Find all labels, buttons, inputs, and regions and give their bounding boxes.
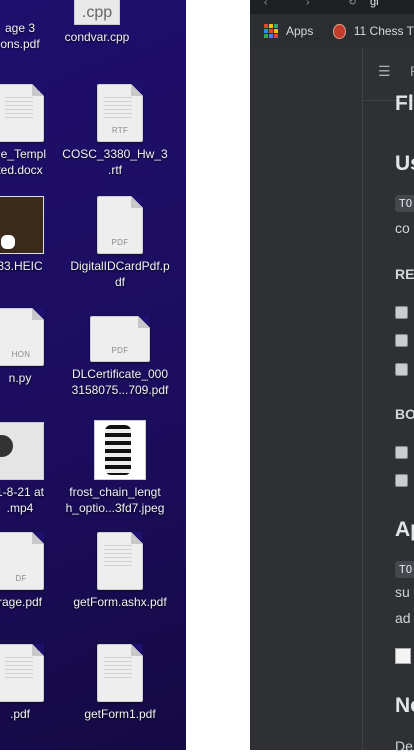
file-label: DLCertificate_000 3158075...709.pdf <box>71 367 169 397</box>
desktop-file[interactable]: RTF COSC_3380_Hw_3 .rtf <box>62 84 170 178</box>
chess-bookmark-icon <box>333 23 346 39</box>
inline-code: TO <box>395 561 414 578</box>
subheading-bo: BO <box>395 406 414 422</box>
desktop-file[interactable]: 33.HEIC <box>0 196 70 274</box>
desktop: age 3 ons.pdf .cpp condvar.cpp he_Templ … <box>0 0 186 750</box>
python-file-icon: HON <box>0 308 44 366</box>
pdf-file-icon: PDF <box>97 196 143 254</box>
markdown-page: ☰ R Fl Us TO co RE BO Ap TO su ad No De <box>250 48 414 754</box>
file-label: 33.HEIC <box>0 259 43 273</box>
pdf-file-icon <box>97 644 143 702</box>
desktop-file[interactable]: HON n.py <box>0 308 70 386</box>
file-label: condvar.cpp <box>64 30 130 44</box>
section-heading-ap: Ap <box>395 518 414 541</box>
cpp-file-icon: .cpp <box>74 0 120 25</box>
broken-image-icon <box>395 648 411 664</box>
task-checkbox[interactable] <box>395 334 408 347</box>
file-label: getForm1.pdf <box>84 707 156 721</box>
toc-title: R <box>410 63 414 79</box>
pdf-file-icon <box>0 644 44 702</box>
file-label: .pdf <box>9 707 30 721</box>
page-heading: Fl <box>395 92 414 115</box>
desktop-file[interactable]: DF rage.pdf <box>0 532 70 610</box>
image-thumbnail-icon <box>94 420 146 480</box>
file-label: getForm.ashx.pdf <box>73 595 167 609</box>
video-file-icon <box>0 422 44 480</box>
nav-arrows[interactable]: ‹ › ↻ <box>264 0 375 8</box>
desktop-file[interactable]: PDF DLCertificate_000 3158075...709.pdf <box>70 316 170 398</box>
pdf-file-icon: DF <box>0 532 44 590</box>
sidebar-divider <box>362 48 363 750</box>
task-checkbox[interactable] <box>395 446 408 459</box>
desktop-file[interactable]: .pdf <box>0 644 70 722</box>
section-heading-no: No <box>395 694 414 717</box>
file-label: n.py <box>8 371 32 385</box>
list-icon[interactable]: ☰ <box>378 63 391 80</box>
task-checkbox[interactable] <box>395 306 408 319</box>
paragraph-text: De <box>395 738 413 754</box>
browser-window: ‹ › ↻ gi Apps 11 Chess T ☰ R Fl Us TO co… <box>250 0 414 754</box>
pdf-certificate-icon: PDF <box>90 316 150 362</box>
desktop-file[interactable]: getForm1.pdf <box>70 644 170 722</box>
desktop-file[interactable]: .cpp condvar.cpp <box>47 0 147 45</box>
tab-strip: ‹ › ↻ gi <box>250 0 414 14</box>
rtf-file-icon: RTF <box>97 84 143 142</box>
bookmarks-bar: Apps 11 Chess T <box>250 14 414 48</box>
image-icon <box>0 196 44 254</box>
desktop-file[interactable]: PDF DigitalIDCardPdf.p df <box>70 196 170 290</box>
pdf-file-icon <box>97 532 143 590</box>
inline-code: TO <box>395 195 414 212</box>
apps-grid-icon[interactable] <box>264 24 278 38</box>
task-checkbox[interactable] <box>395 474 408 487</box>
task-checkbox[interactable] <box>395 363 408 376</box>
file-label: DigitalIDCardPdf.p df <box>70 259 170 289</box>
desktop-file[interactable]: frost_chain_lengt h_optio...3fd7.jpeg <box>66 420 170 516</box>
desktop-file[interactable]: getForm.ashx.pdf <box>70 532 170 610</box>
subheading-re: RE <box>395 266 414 282</box>
bookmark-chess[interactable]: 11 Chess T <box>354 24 414 38</box>
file-label: frost_chain_lengt h_optio...3fd7.jpeg <box>65 485 165 515</box>
section-heading-use: Us <box>395 152 414 175</box>
tab-title[interactable]: gi <box>370 0 379 8</box>
paragraph-text: ad <box>395 610 411 626</box>
file-label: COSC_3380_Hw_3 .rtf <box>62 147 168 177</box>
file-label: rage.pdf <box>0 595 43 609</box>
paragraph-text: co <box>395 220 410 236</box>
bookmark-apps[interactable]: Apps <box>286 24 313 38</box>
document-icon <box>0 84 44 142</box>
paragraph-text: su <box>395 584 410 600</box>
